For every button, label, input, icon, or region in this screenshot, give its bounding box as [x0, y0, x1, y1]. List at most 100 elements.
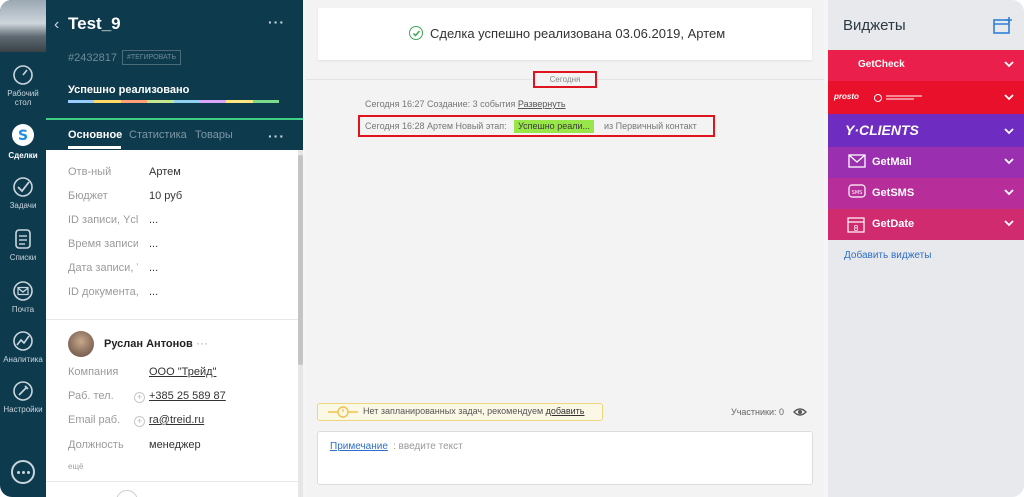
field-value[interactable]: ...: [149, 238, 158, 250]
pipeline-segment: [173, 100, 200, 103]
account-photo[interactable]: [0, 0, 46, 52]
nav-item-mail[interactable]: Почта: [0, 280, 46, 314]
company-link[interactable]: ООО "Трейд": [149, 366, 216, 378]
widget-prosto[interactable]: prosto: [828, 81, 1024, 114]
pipeline-stage[interactable]: Успешно реализовано: [68, 84, 189, 96]
active-tab-indicator: [68, 146, 121, 149]
more-link[interactable]: ещё: [68, 462, 83, 471]
tag-button[interactable]: #ТЕГИРОВАТЬ: [122, 50, 182, 65]
widget-getcheck[interactable]: GetCheck: [828, 50, 1024, 81]
chevron-down-icon: [1004, 220, 1014, 227]
back-arrow-icon[interactable]: ‹: [54, 16, 59, 34]
calendar-icon: 8: [847, 217, 865, 233]
field-label: Email раб.: [68, 414, 121, 426]
widget-name: GetCheck: [858, 59, 905, 70]
position-value[interactable]: менеджер: [149, 439, 201, 451]
widget-yclients[interactable]: Y·CLIENTS: [828, 114, 1024, 147]
pipeline-segment: [226, 100, 253, 103]
pipeline-segment: [94, 100, 121, 103]
nav-item-lists[interactable]: Списки: [0, 228, 46, 262]
tab-statistics[interactable]: Статистика: [129, 129, 187, 141]
add-widget-icon[interactable]: [993, 17, 1013, 35]
widget-name: GetMail: [872, 156, 912, 168]
field-value[interactable]: ...: [149, 286, 158, 298]
feed-event: Сегодня 16:27 Создание: 3 события Развер…: [365, 99, 566, 109]
note-input[interactable]: [317, 431, 813, 485]
nav-item-label: Аналитика: [3, 355, 43, 364]
nav-item-analytics[interactable]: Аналитика: [0, 330, 46, 364]
add-contact-icon[interactable]: [116, 490, 138, 497]
event-text: Сегодня 16:27 Создание: 3 события: [365, 99, 518, 109]
stage-accent-line: [46, 118, 303, 120]
lead-title[interactable]: Test_9: [68, 14, 121, 34]
add-widgets-link[interactable]: Добавить виджеты: [844, 250, 931, 261]
prosto-logo-icon: [874, 94, 922, 102]
widget-getdate[interactable]: 8 GetDate: [828, 209, 1024, 240]
mail-icon: [13, 281, 33, 301]
feed-event: из Первичный контакт: [604, 121, 697, 131]
nav-item-tasks[interactable]: Задачи: [0, 176, 46, 210]
tasks-icon: [13, 177, 33, 197]
pipeline-segment: [252, 100, 279, 103]
widget-name: GetDate: [872, 218, 915, 230]
tab-main[interactable]: Основное: [68, 129, 122, 141]
svg-text:SMS: SMS: [852, 190, 863, 196]
feed-event: Сегодня 16:28 Артем Новый этап:: [365, 121, 507, 131]
eye-icon[interactable]: [793, 407, 807, 417]
field-value[interactable]: ...: [149, 262, 158, 274]
note-type-link[interactable]: Примечание: [330, 441, 388, 452]
chevron-down-icon: [1004, 189, 1014, 196]
task-hint: Нет запланированных задач, рекомендуем д…: [363, 406, 584, 416]
settings-icon: [13, 381, 33, 401]
field-label: Компания: [68, 366, 119, 378]
contact-name[interactable]: Руслан Антонов: [104, 338, 193, 350]
add-task-link[interactable]: добавить: [546, 406, 585, 416]
nav-item-label: Почта: [11, 305, 35, 314]
lead-id: #2432817: [68, 52, 117, 64]
field-label: Раб. тел.: [68, 390, 114, 402]
nav-item-label: Списки: [9, 253, 37, 262]
chevron-down-icon: [1004, 158, 1014, 165]
budget-value[interactable]: 10 руб: [149, 190, 182, 202]
nav-item-label: Рабочий: [7, 89, 39, 98]
contact-menu-icon[interactable]: ···: [196, 336, 208, 350]
tab-products[interactable]: Товары: [195, 129, 233, 141]
field-label: Должность: [68, 439, 124, 451]
scrollbar-thumb[interactable]: [298, 155, 303, 365]
add-phone-icon[interactable]: +: [134, 392, 145, 403]
widget-name: Y·CLIENTS: [845, 122, 919, 138]
responsible-user[interactable]: Артем: [149, 166, 181, 178]
success-banner: Сделка успешно реализована 03.06.2019, А…: [318, 8, 812, 60]
widgets-panel: Виджеты GetCheck prosto Y·CLIENTS GetMai…: [828, 0, 1024, 497]
nav-item-label: стол: [14, 98, 32, 107]
widget-getsms[interactable]: SMS GetSMS: [828, 178, 1024, 209]
field-label: ID записи, Ycli: [68, 214, 138, 226]
email-link[interactable]: ra@treid.ru: [149, 414, 204, 426]
nav-item-label: Задачи: [9, 201, 37, 210]
nav-item-deals[interactable]: S Сделки: [0, 122, 46, 160]
lead-header: ‹ Test_9 ··· #2432817 #ТЕГИРОВАТЬ Успешн…: [46, 0, 303, 150]
sms-icon: SMS: [848, 184, 866, 198]
field-label: Время записи,: [68, 238, 138, 250]
nav-item-label: Настройки: [3, 405, 43, 414]
section-divider: [46, 319, 303, 320]
nav-item-dashboard[interactable]: Рабочий стол: [0, 64, 46, 107]
banner-text: Сделка успешно реализована 03.06.2019, А…: [430, 26, 726, 41]
pipeline-segment: [120, 100, 148, 103]
widget-getmail[interactable]: GetMail: [828, 147, 1024, 178]
field-value[interactable]: ...: [149, 214, 158, 226]
avatar[interactable]: [68, 331, 94, 357]
activity-feed: Сделка успешно реализована 03.06.2019, А…: [306, 0, 824, 497]
phone-link[interactable]: +385 25 589 87: [149, 390, 226, 402]
task-hint-text: Нет запланированных задач, рекомендуем: [363, 406, 546, 416]
field-label: Дата записи, Y: [68, 262, 138, 274]
nav-item-settings[interactable]: Настройки: [0, 380, 46, 414]
app-frame: Рабочий стол S Сделки Задачи Списки Почт…: [0, 0, 1024, 497]
expand-link[interactable]: Развернуть: [518, 99, 566, 109]
chat-icon[interactable]: [11, 460, 35, 484]
lead-menu-icon[interactable]: ···: [268, 14, 285, 30]
add-email-icon[interactable]: +: [134, 416, 145, 427]
pipeline-segment: [199, 100, 227, 103]
chevron-down-icon: [1004, 61, 1014, 68]
tabs-more-icon[interactable]: ···: [268, 128, 285, 144]
